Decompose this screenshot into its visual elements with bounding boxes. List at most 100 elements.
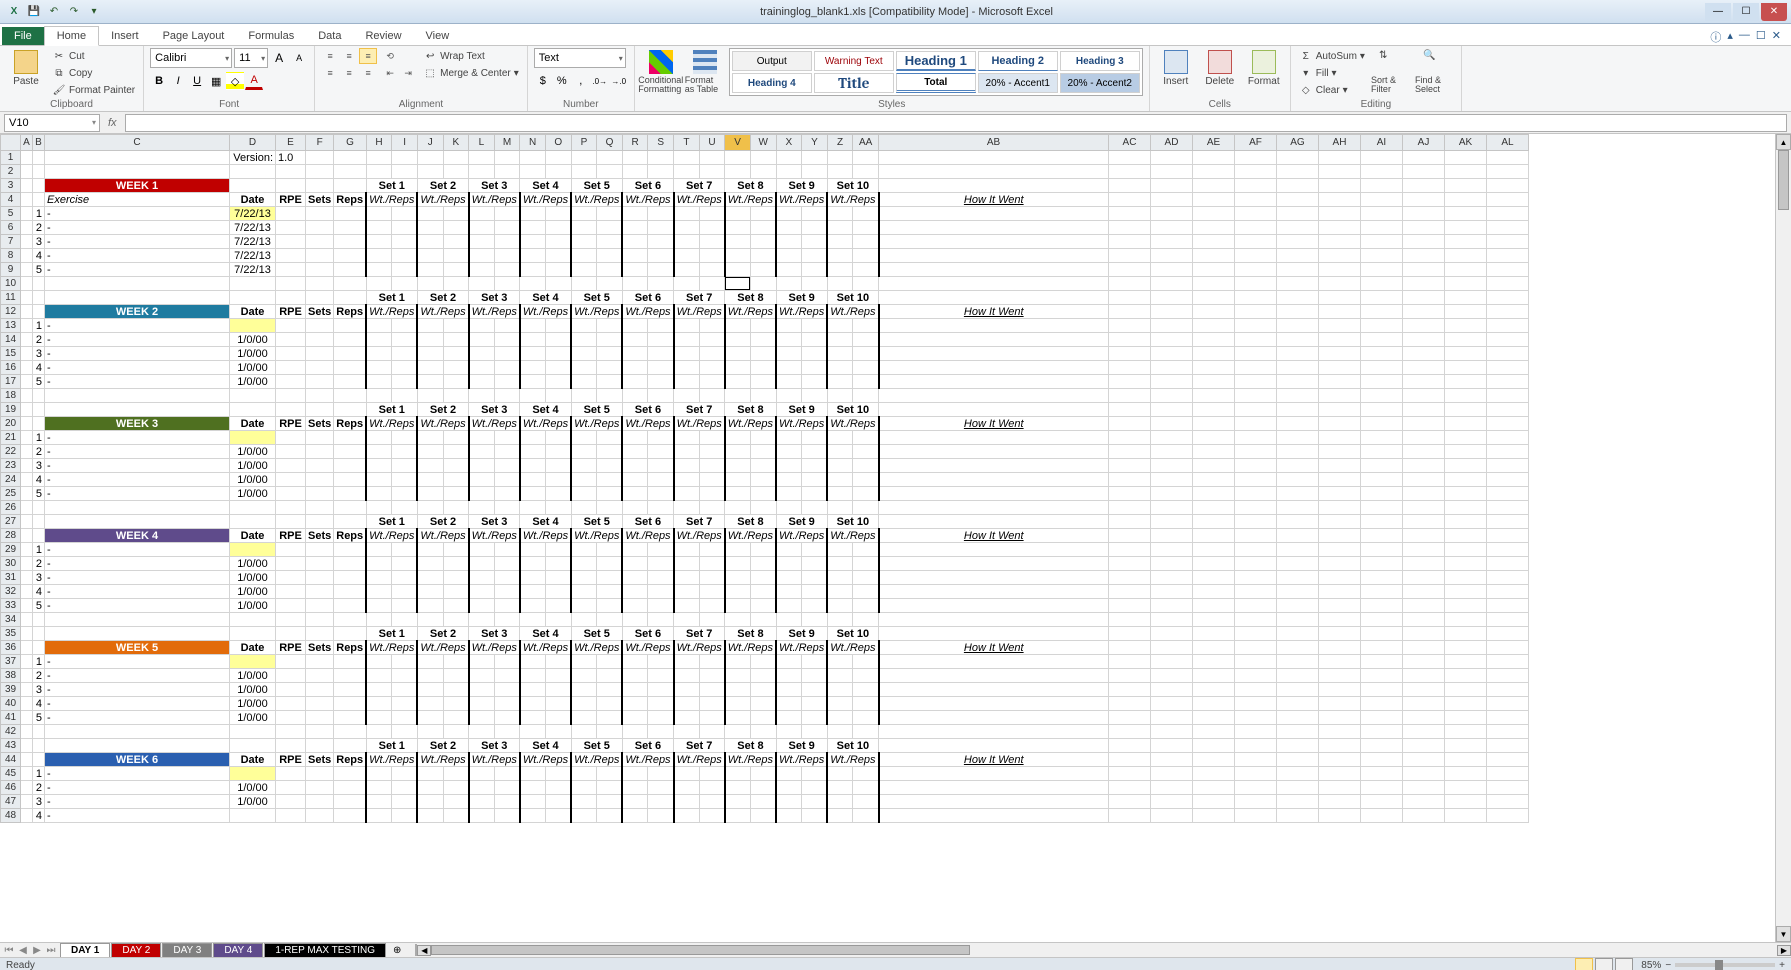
cell-G20[interactable]: Reps — [334, 417, 366, 431]
cell-B6[interactable]: 2 — [33, 221, 45, 235]
cell-T22[interactable] — [674, 445, 700, 459]
cell-AB45[interactable] — [879, 767, 1109, 781]
cell-AJ24[interactable] — [1403, 473, 1445, 487]
cell-AD27[interactable] — [1151, 515, 1193, 529]
cell-N38[interactable] — [520, 669, 546, 683]
cell-H37[interactable] — [366, 655, 392, 669]
cell-A17[interactable] — [21, 375, 33, 389]
cell-L27[interactable]: Set 3 — [469, 515, 520, 529]
cell-AC33[interactable] — [1109, 599, 1151, 613]
row-header-3[interactable]: 3 — [1, 179, 21, 193]
cell-O26[interactable] — [545, 501, 571, 515]
cell-AE23[interactable] — [1193, 459, 1235, 473]
cell-AB37[interactable] — [879, 655, 1109, 669]
cell-G27[interactable] — [334, 515, 366, 529]
cell-U32[interactable] — [699, 585, 725, 599]
cell-S24[interactable] — [648, 473, 674, 487]
cell-D22[interactable]: 1/0/00 — [230, 445, 276, 459]
row-header-39[interactable]: 39 — [1, 683, 21, 697]
cell-E1[interactable]: 1.0 — [276, 151, 306, 165]
cell-AG14[interactable] — [1277, 333, 1319, 347]
cell-W41[interactable] — [750, 711, 776, 725]
cell-T44[interactable]: Wt./Reps — [674, 753, 725, 767]
cell-Y37[interactable] — [802, 655, 828, 669]
cell-M31[interactable] — [494, 571, 520, 585]
cell-AI2[interactable] — [1361, 165, 1403, 179]
cell-H29[interactable] — [366, 543, 392, 557]
cell-AB35[interactable] — [879, 627, 1109, 641]
row-header-46[interactable]: 46 — [1, 781, 21, 795]
cell-AL7[interactable] — [1487, 235, 1529, 249]
cell-C5[interactable]: - — [45, 207, 230, 221]
cell-AF46[interactable] — [1235, 781, 1277, 795]
cell-P20[interactable]: Wt./Reps — [571, 417, 622, 431]
cell-I25[interactable] — [392, 487, 418, 501]
cell-P25[interactable] — [571, 487, 597, 501]
cell-AC41[interactable] — [1109, 711, 1151, 725]
cell-AB28[interactable]: How It Went — [879, 529, 1109, 543]
cell-B29[interactable]: 1 — [33, 543, 45, 557]
cell-T23[interactable] — [674, 459, 700, 473]
cell-D10[interactable] — [230, 277, 276, 291]
cell-W33[interactable] — [750, 599, 776, 613]
cell-AG26[interactable] — [1277, 501, 1319, 515]
cell-C26[interactable] — [45, 501, 230, 515]
cell-C36[interactable]: WEEK 5 — [45, 641, 230, 655]
cell-AJ9[interactable] — [1403, 263, 1445, 277]
cell-P11[interactable]: Set 5 — [571, 291, 622, 305]
cell-V19[interactable]: Set 8 — [725, 403, 776, 417]
cell-V1[interactable] — [725, 151, 751, 165]
cell-F7[interactable] — [306, 235, 334, 249]
cell-AJ10[interactable] — [1403, 277, 1445, 291]
find-select-button[interactable]: 🔍Find & Select — [1415, 48, 1455, 94]
cell-AF10[interactable] — [1235, 277, 1277, 291]
cell-M18[interactable] — [494, 389, 520, 403]
cell-E45[interactable] — [276, 767, 306, 781]
cell-B3[interactable] — [33, 179, 45, 193]
cell-K2[interactable] — [443, 165, 469, 179]
cell-D33[interactable]: 1/0/00 — [230, 599, 276, 613]
cell-Z22[interactable] — [827, 445, 853, 459]
cell-AE47[interactable] — [1193, 795, 1235, 809]
cell-AL11[interactable] — [1487, 291, 1529, 305]
cell-L22[interactable] — [469, 445, 495, 459]
cell-AB1[interactable] — [879, 151, 1109, 165]
cell-V44[interactable]: Wt./Reps — [725, 753, 776, 767]
cell-X15[interactable] — [776, 347, 802, 361]
cell-G17[interactable] — [334, 375, 366, 389]
cell-E8[interactable] — [276, 249, 306, 263]
cell-F10[interactable] — [306, 277, 334, 291]
cell-AF45[interactable] — [1235, 767, 1277, 781]
cell-I13[interactable] — [392, 319, 418, 333]
cell-G44[interactable]: Reps — [334, 753, 366, 767]
cell-C3[interactable]: WEEK 1 — [45, 179, 230, 193]
cell-L10[interactable] — [469, 277, 495, 291]
cell-AE25[interactable] — [1193, 487, 1235, 501]
cell-X13[interactable] — [776, 319, 802, 333]
cell-AI9[interactable] — [1361, 263, 1403, 277]
cell-C11[interactable] — [45, 291, 230, 305]
cell-V32[interactable] — [725, 585, 751, 599]
cell-N41[interactable] — [520, 711, 546, 725]
cell-T17[interactable] — [674, 375, 700, 389]
cell-AG29[interactable] — [1277, 543, 1319, 557]
cell-AK7[interactable] — [1445, 235, 1487, 249]
cell-T3[interactable]: Set 7 — [674, 179, 725, 193]
cell-L20[interactable]: Wt./Reps — [469, 417, 520, 431]
cell-AG27[interactable] — [1277, 515, 1319, 529]
cell-AB33[interactable] — [879, 599, 1109, 613]
cell-AC9[interactable] — [1109, 263, 1151, 277]
cell-H43[interactable]: Set 1 — [366, 739, 417, 753]
cell-R41[interactable] — [622, 711, 648, 725]
col-header-M[interactable]: M — [494, 135, 520, 151]
cell-N48[interactable] — [520, 809, 546, 823]
cell-AG15[interactable] — [1277, 347, 1319, 361]
cell-S45[interactable] — [648, 767, 674, 781]
cell-C47[interactable]: - — [45, 795, 230, 809]
cell-AL34[interactable] — [1487, 613, 1529, 627]
cell-Y47[interactable] — [802, 795, 828, 809]
cell-AB8[interactable] — [879, 249, 1109, 263]
cell-Z45[interactable] — [827, 767, 853, 781]
cell-AF4[interactable] — [1235, 193, 1277, 207]
cell-R17[interactable] — [622, 375, 648, 389]
